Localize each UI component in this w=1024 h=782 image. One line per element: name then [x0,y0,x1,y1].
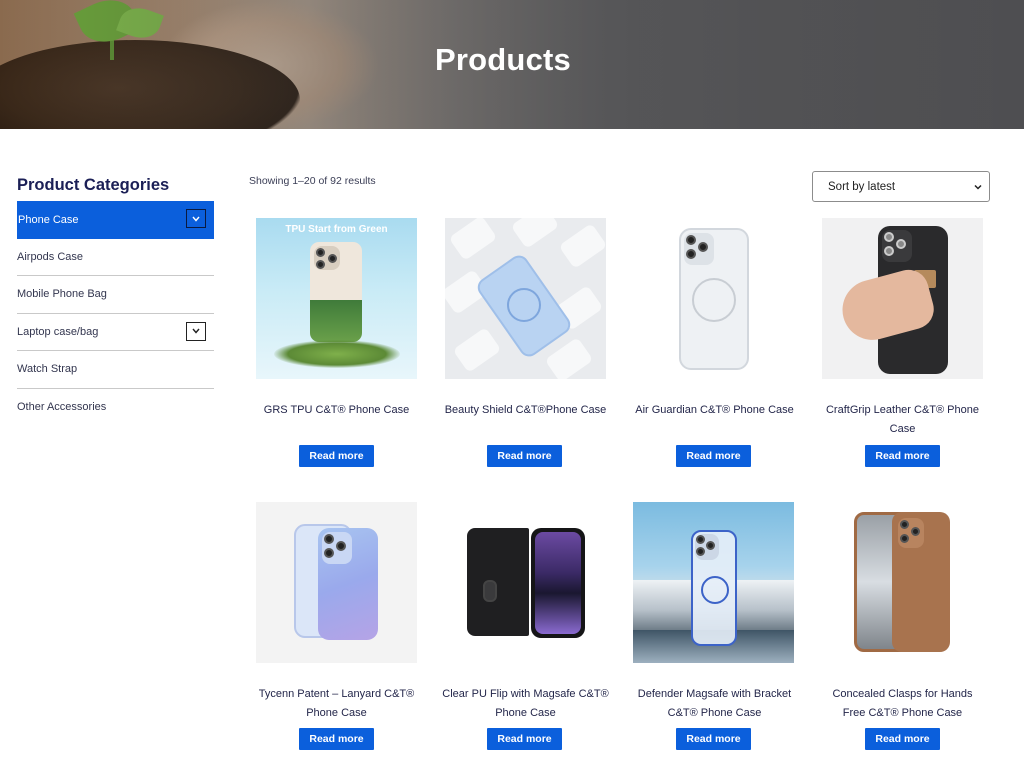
product-name[interactable]: CraftGrip Leather C&T® Phone Case [808,401,997,439]
camera-lens [696,535,705,544]
product-image[interactable] [445,218,606,379]
read-more-button[interactable]: Read more [487,445,562,467]
case-tile [448,218,498,261]
product-name[interactable]: Air Guardian C&T® Phone Case [620,401,809,420]
product-name-line: Concealed Clasps for Hands [832,688,973,700]
category-label: Airpods Case [17,250,84,263]
product-name[interactable]: Concealed Clasps for Hands Free C&T® Pho… [808,685,997,723]
results-count: Showing 1–20 of 92 results [249,175,376,187]
read-more-button[interactable]: Read more [865,728,940,750]
camera-lens [900,534,909,543]
camera-lens [686,249,696,259]
product-name-line: GRS TPU C&T® Phone Case [263,404,410,416]
category-item-phone-case[interactable]: Phone Case [17,201,214,239]
product-name-line: Phone Case [495,707,556,719]
magsafe-ring [701,576,729,604]
sidebar-heading: Product Categories [17,176,170,194]
product-categories-sidebar: Product Categories Phone Case Airpods Ca… [17,176,214,426]
camera-lens [316,260,325,269]
read-more-button[interactable]: Read more [676,445,751,467]
product-image[interactable] [445,502,606,663]
product-image[interactable]: TPU Start from Green [256,218,417,379]
camera-lens [896,239,906,249]
camera-lens [706,541,715,550]
product-name-line: CraftGrip Leather C&T® Phone [825,404,979,416]
camera-lens [686,235,696,245]
product-name[interactable]: Clear PU Flip with Magsafe C&T® Phone Ca… [431,685,620,723]
product-name[interactable]: Beauty Shield C&T®Phone Case [431,401,620,420]
product-name[interactable]: GRS TPU C&T® Phone Case [242,401,431,420]
camera-lens [900,520,909,529]
product-name-line: Air Guardian C&T® Phone Case [635,404,794,416]
image-caption: TPU Start from Green [285,224,388,235]
hero-banner: Products [0,0,1024,129]
product-name-line: Beauty Shield C&T®Phone Case [444,404,607,416]
read-more-button[interactable]: Read more [865,445,940,467]
flip-cover [467,528,529,636]
read-more-button[interactable]: Read more [299,445,374,467]
camera-lens [328,254,337,263]
page-title: Products [435,42,571,77]
camera-lens [884,232,894,242]
camera-lens [911,527,920,536]
product-image[interactable] [822,218,983,379]
product-name-line: Free C&T® Phone Case [842,707,963,719]
moss-base [274,340,400,368]
camera-lens [696,547,705,556]
magsafe-clasp [483,580,497,602]
camera-lens [698,242,708,252]
product-name-line: Clear PU Flip with Magsafe C&T® [442,688,609,700]
category-item-mobile-phone-bag[interactable]: Mobile Phone Bag [17,276,214,314]
category-item-watch-strap[interactable]: Watch Strap [17,351,214,389]
read-more-button[interactable]: Read more [676,728,751,750]
product-name-line: C&T® Phone Case [667,707,762,719]
camera-lens [336,541,346,551]
case-tile [452,327,502,373]
product-image[interactable] [256,502,417,663]
chevron-down-icon [974,184,982,190]
category-label: Laptop case/bag [17,325,99,338]
read-more-button[interactable]: Read more [487,728,562,750]
category-item-other-accessories[interactable]: Other Accessories [17,389,214,427]
chevron-down-icon[interactable] [186,321,206,341]
category-label: Mobile Phone Bag [17,288,107,301]
product-image[interactable] [633,218,794,379]
category-item-laptop-case-bag[interactable]: Laptop case/bag [17,314,214,351]
product-name[interactable]: Defender Magsafe with Bracket C&T® Phone… [620,685,809,723]
product-name-line: Case [889,423,916,435]
camera-lens [324,548,334,558]
product-image[interactable] [633,502,794,663]
camera-lens [884,246,894,256]
chevron-down-icon[interactable] [186,209,206,228]
read-more-button[interactable]: Read more [299,728,374,750]
camera-lens [324,534,334,544]
forest-print [310,300,362,342]
category-label: Watch Strap [17,363,78,376]
case-tile [510,218,560,249]
magsafe-ring [507,288,541,322]
sort-select[interactable]: Sort by latest [812,171,990,202]
product-name-line: Tycenn Patent – Lanyard C&T® [258,688,415,700]
magsafe-ring [692,278,736,322]
category-label: Phone Case [18,213,79,226]
camera-lens [316,248,325,257]
product-name[interactable]: Tycenn Patent – Lanyard C&T® Phone Case [242,685,431,723]
category-label: Other Accessories [17,401,107,414]
category-item-airpods-case[interactable]: Airpods Case [17,239,214,276]
product-name-line: Phone Case [306,707,367,719]
case-tile [544,337,594,379]
product-image[interactable] [822,502,983,663]
case-tile [558,223,606,269]
sort-selected-value: Sort by latest [828,180,896,193]
phone-screen [535,532,581,634]
product-name-line: Defender Magsafe with Bracket [637,688,792,700]
